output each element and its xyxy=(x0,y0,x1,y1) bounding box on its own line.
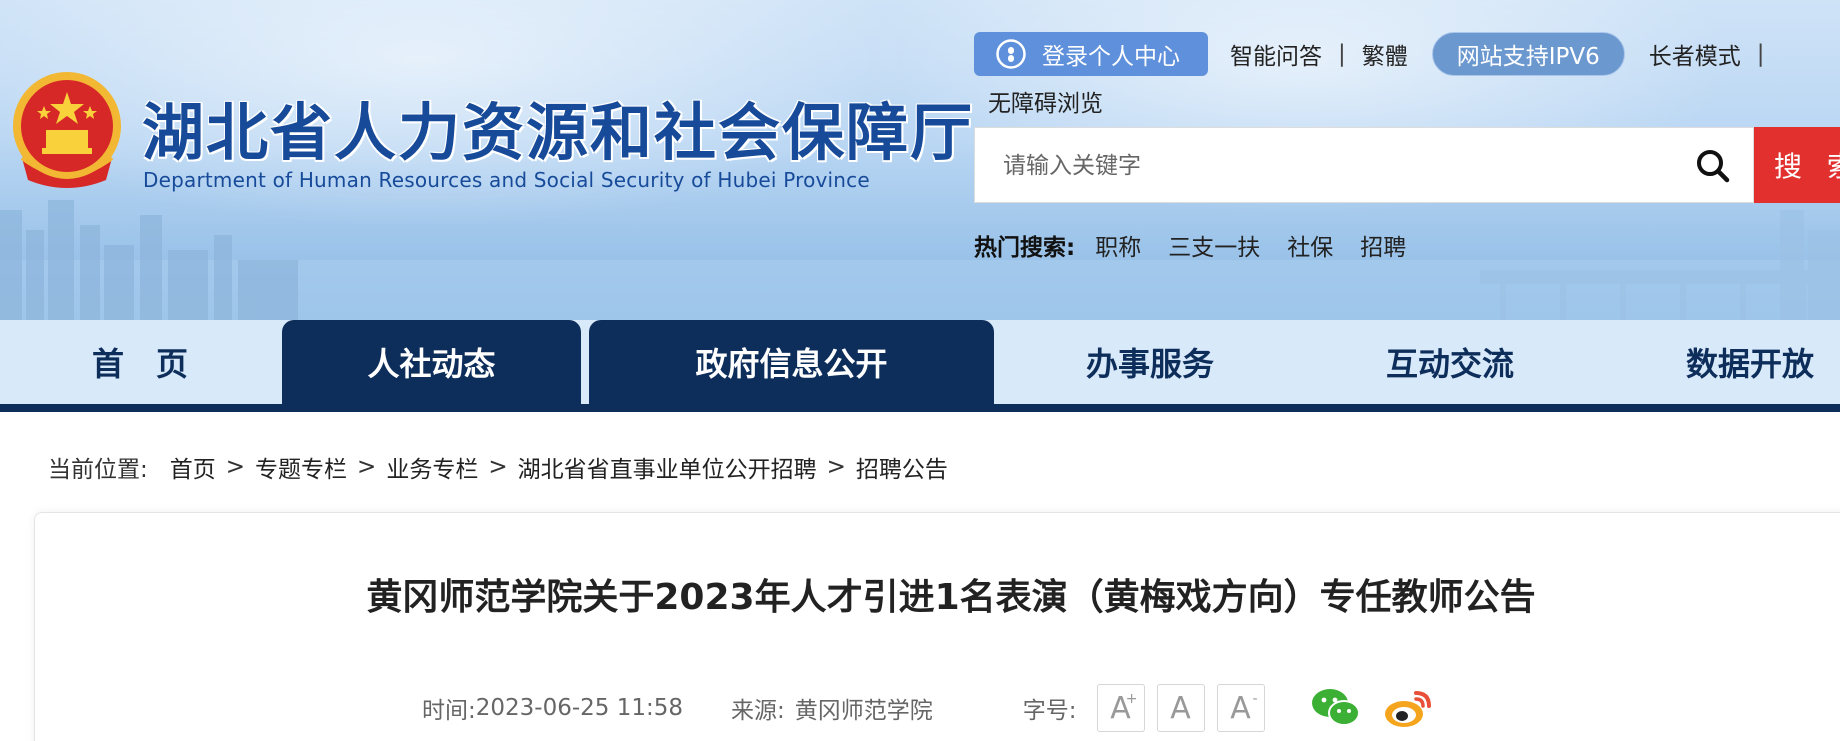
nav-item-interaction[interactable]: 互动交流 xyxy=(1350,320,1550,404)
weibo-icon[interactable] xyxy=(1383,687,1433,729)
site-subtitle: Department of Human Resources and Social… xyxy=(143,168,870,192)
font-size-mark: + xyxy=(1125,691,1138,707)
ipv6-badge[interactable]: 网站支持IPV6 xyxy=(1431,32,1625,76)
font-size-glyph: A xyxy=(1230,690,1251,726)
breadcrumb-item[interactable]: 业务专栏 xyxy=(386,450,478,484)
font-size-label: 字号: xyxy=(1022,698,1077,724)
wechat-icon[interactable] xyxy=(1311,687,1361,729)
time-label: 时间: xyxy=(422,698,476,724)
accessible-browsing-link[interactable]: 无障碍浏览 xyxy=(988,84,1103,118)
breadcrumb: 当前位置: 首页 > 专题专栏 > 业务专栏 > 湖北省省直事业单位公开招聘 >… xyxy=(48,450,948,484)
hot-search: 热门搜索: 职称 三支一扶 社保 招聘 xyxy=(974,228,1433,262)
smart-qa-link[interactable]: 智能问答 xyxy=(1230,37,1322,71)
breadcrumb-separator: > xyxy=(225,454,246,480)
search-box xyxy=(974,127,1754,203)
site-title: 湖北省人力资源和社会保障厅 xyxy=(142,96,975,169)
breadcrumb-separator: > xyxy=(488,454,508,480)
article-source: 黄冈师范学院 xyxy=(794,698,933,724)
nav-item-gov-info[interactable]: 政府信息公开 xyxy=(589,320,994,404)
hot-search-item[interactable]: 三支一扶 xyxy=(1168,228,1260,262)
breadcrumb-separator: > xyxy=(826,454,846,480)
hot-search-item[interactable]: 招聘 xyxy=(1360,228,1406,262)
top-links-bar: 登录个人中心 智能问答 | 繁體 网站支持IPV6 长者模式 | xyxy=(974,32,1781,76)
font-size-mark: - xyxy=(1252,691,1258,707)
hot-search-label: 热门搜索: xyxy=(974,235,1076,261)
nav-item-open-data[interactable]: 数据开放 xyxy=(1650,320,1840,404)
breadcrumb-item[interactable]: 专题专栏 xyxy=(255,450,347,484)
search-button[interactable]: 搜 索 xyxy=(1754,127,1840,203)
nav-item-home[interactable]: 首 页 xyxy=(60,320,220,404)
nav-item-services[interactable]: 办事服务 xyxy=(1050,320,1250,404)
breadcrumb-label: 当前位置: xyxy=(48,457,148,483)
user-icon xyxy=(996,39,1026,69)
article-title: 黄冈师范学院关于2023年人才引进1名表演（黄梅戏方向）专任教师公告 xyxy=(366,577,1536,618)
breadcrumb-item[interactable]: 湖北省省直事业单位公开招聘 xyxy=(518,450,817,484)
font-size-decrease-button[interactable]: A - xyxy=(1216,684,1265,732)
site-header: 湖北省人力资源和社会保障厅 Department of Human Resour… xyxy=(0,0,1840,320)
article-meta: 时间: 2023-06-25 11:58 来源: 黄冈师范学院 字号: A + … xyxy=(422,684,1455,732)
font-size-glyph: A xyxy=(1170,690,1191,726)
hot-search-item[interactable]: 职称 xyxy=(1095,228,1141,262)
national-emblem-icon xyxy=(13,72,121,188)
search-icon[interactable] xyxy=(1695,148,1731,184)
source-label: 来源: xyxy=(731,698,785,724)
divider: | xyxy=(1756,41,1765,67)
breadcrumb-separator: > xyxy=(357,454,377,480)
share-buttons xyxy=(1311,687,1455,729)
breadcrumb-item[interactable]: 首页 xyxy=(170,450,216,484)
divider: | xyxy=(1338,41,1346,67)
nav-item-hr-news[interactable]: 人社动态 xyxy=(282,320,581,404)
nav-underline xyxy=(0,404,1840,412)
main-nav: 首 页 人社动态 政府信息公开 办事服务 互动交流 数据开放 xyxy=(0,320,1840,404)
city-skyline-background xyxy=(0,200,1840,320)
traditional-chinese-link[interactable]: 繁體 xyxy=(1362,37,1408,71)
font-size-increase-button[interactable]: A + xyxy=(1096,684,1145,732)
hot-search-item[interactable]: 社保 xyxy=(1287,228,1333,262)
login-personal-center-button[interactable]: 登录个人中心 xyxy=(974,32,1208,76)
login-label: 登录个人中心 xyxy=(1042,44,1180,70)
search-input[interactable] xyxy=(1003,146,1643,186)
font-size-default-button[interactable]: A xyxy=(1156,684,1205,732)
breadcrumb-item[interactable]: 招聘公告 xyxy=(856,450,948,484)
publish-time: 2023-06-25 11:58 xyxy=(475,695,684,721)
elder-mode-link[interactable]: 长者模式 xyxy=(1649,37,1741,71)
